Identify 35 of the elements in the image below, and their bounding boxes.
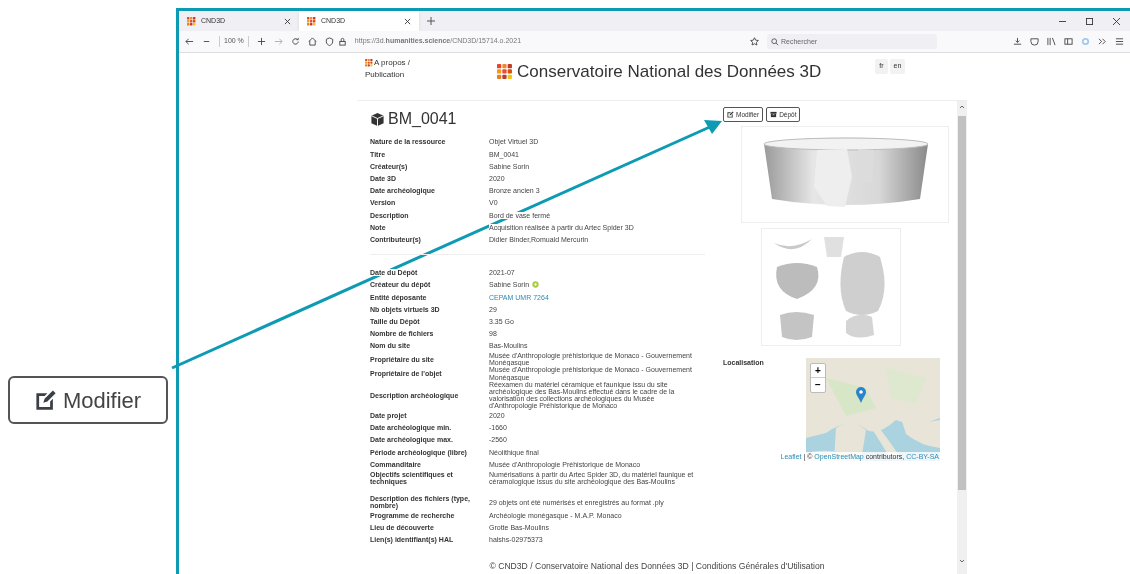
modifier-button[interactable]: Modifier (8, 376, 168, 424)
close-icon[interactable] (1113, 17, 1120, 25)
scrollbar-thumb[interactable] (958, 116, 966, 490)
star-icon[interactable] (750, 37, 759, 46)
shield-icon[interactable] (324, 37, 334, 46)
close-icon[interactable] (284, 17, 291, 25)
zoom-in-icon[interactable] (256, 37, 266, 46)
edit-icon (34, 389, 57, 411)
logo-icon (187, 16, 196, 26)
download-icon[interactable] (1013, 37, 1022, 46)
reload-icon[interactable] (290, 37, 300, 46)
search-icon (771, 38, 779, 46)
archive-icon (770, 111, 778, 118)
logo-icon (307, 16, 316, 26)
logo-icon (365, 58, 373, 67)
scrollbar[interactable] (957, 101, 967, 574)
close-icon[interactable] (404, 17, 411, 25)
sidebar-icon[interactable] (1064, 37, 1073, 46)
menu-icon[interactable] (1115, 37, 1124, 46)
library-icon[interactable] (1047, 37, 1056, 46)
map-marker-icon[interactable] (856, 387, 866, 403)
maximize-icon[interactable] (1086, 17, 1093, 25)
edit-icon (727, 111, 734, 118)
site-title: Conservatoire National des Données 3D (517, 61, 822, 83)
logo-icon (497, 63, 513, 80)
home-icon[interactable] (307, 37, 317, 46)
nav-link[interactable]: A propos / Publication (357, 57, 413, 81)
zoom-out-button[interactable]: − (811, 378, 825, 392)
footer-text: © CND3D / Conservatoire National des Données 3D | Conditions Générales d'Utilisation (488, 560, 826, 574)
zoom-in-button[interactable]: + (811, 364, 825, 378)
record-title: BM_0041 (388, 109, 457, 129)
cube-icon (370, 111, 385, 127)
overflow-icon[interactable] (1098, 37, 1107, 46)
lock-icon[interactable] (337, 37, 347, 46)
back-arrow-icon[interactable] (185, 37, 194, 46)
